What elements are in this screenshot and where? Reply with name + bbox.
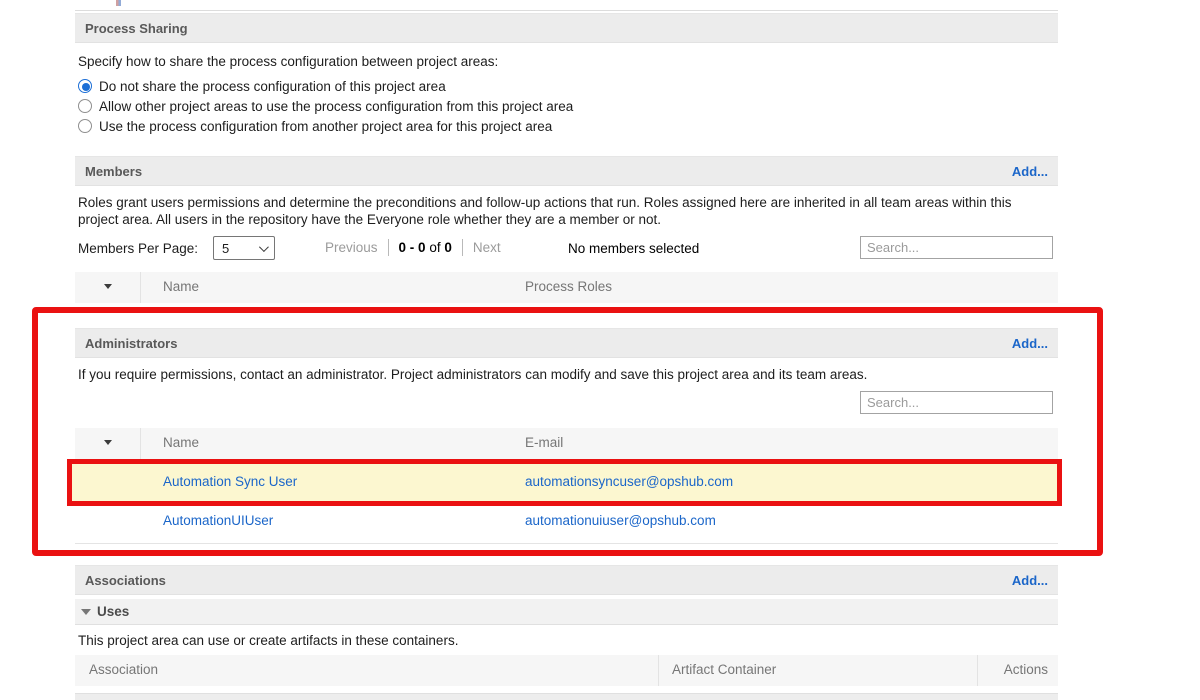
radio-label: Use the process configuration from anoth… (99, 119, 552, 134)
chevron-down-icon (259, 242, 269, 252)
members-per-page-label: Members Per Page: (78, 241, 198, 256)
table-row-highlighted[interactable]: Automation Sync User automationsyncuser@… (67, 459, 1062, 506)
administrators-description: If you require permissions, contact an a… (78, 366, 1044, 383)
column-menu-caret-icon[interactable] (104, 284, 112, 289)
radio-button[interactable] (78, 119, 92, 133)
radio-option-use-another[interactable]: Use the process configuration from anoth… (78, 116, 573, 136)
administrators-col-name: Name (163, 435, 199, 450)
radio-option-allow-others[interactable]: Allow other project areas to use the pro… (78, 96, 573, 116)
members-selection-status: No members selected (568, 241, 699, 256)
associations-add-button[interactable]: Add... (1012, 573, 1048, 588)
administrators-table-header: Name E-mail (75, 428, 1058, 459)
column-divider (977, 655, 978, 686)
project-area-admin-page: Process Sharing Specify how to share the… (0, 0, 1200, 700)
associations-title: Associations (85, 573, 166, 588)
members-title: Members (85, 164, 142, 179)
assoc-col-association: Association (89, 662, 158, 677)
table-bottom-border (75, 543, 1058, 544)
admin-email-link[interactable]: automationuiuser@opshub.com (525, 513, 716, 528)
members-col-name: Name (163, 279, 199, 294)
administrators-add-button[interactable]: Add... (1012, 336, 1048, 351)
column-divider (140, 428, 141, 459)
admin-name-link[interactable]: AutomationUIUser (163, 513, 273, 528)
radio-button[interactable] (78, 99, 92, 113)
administrators-title: Administrators (85, 336, 177, 351)
column-divider (658, 655, 659, 686)
table-row[interactable]: AutomationUIUser automationuiuser@opshub… (75, 506, 1058, 543)
process-sharing-section-header: Process Sharing (75, 13, 1058, 43)
admin-name-link[interactable]: Automation Sync User (163, 474, 297, 489)
radio-label: Do not share the process configuration o… (99, 79, 446, 94)
next-row-partial (75, 693, 1058, 700)
pager-separator (462, 239, 463, 256)
members-description: Roles grant users permissions and determ… (78, 194, 1044, 228)
uses-subsection-header[interactable]: Uses (75, 599, 1058, 625)
pager-of-label: of (429, 240, 440, 255)
members-section-header: Members Add... (75, 156, 1058, 186)
radio-label: Allow other project areas to use the pro… (99, 99, 573, 114)
members-table-header: Name Process Roles (75, 272, 1058, 303)
collapse-triangle-icon[interactable] (81, 609, 91, 615)
select-value: 5 (222, 241, 229, 256)
column-menu-caret-icon[interactable] (104, 440, 112, 445)
process-sharing-description: Specify how to share the process configu… (78, 53, 498, 70)
clipped-content-fragment (116, 0, 121, 6)
members-search-input[interactable] (860, 236, 1053, 259)
pager-separator (388, 239, 389, 256)
previous-button[interactable]: Previous (325, 240, 378, 255)
column-divider (140, 272, 141, 303)
members-col-roles: Process Roles (525, 279, 612, 294)
members-add-button[interactable]: Add... (1012, 164, 1048, 179)
administrators-search-input[interactable] (860, 391, 1053, 414)
pager-total: 0 (444, 240, 452, 255)
associations-section-header: Associations Add... (75, 565, 1058, 595)
administrators-section-header: Administrators Add... (75, 328, 1058, 358)
members-per-page-select[interactable]: 5 (213, 236, 275, 260)
top-divider (75, 10, 1058, 11)
next-button[interactable]: Next (473, 240, 501, 255)
associations-table-header: Association Artifact Container Actions (75, 655, 1058, 686)
members-pager: Previous 0 - 0 of 0 Next (325, 239, 501, 256)
radio-option-do-not-share[interactable]: Do not share the process configuration o… (78, 76, 573, 96)
admin-email-link[interactable]: automationsyncuser@opshub.com (525, 474, 733, 489)
assoc-col-container: Artifact Container (672, 662, 776, 677)
pager-range: 0 - 0 of 0 (399, 240, 452, 255)
process-sharing-title: Process Sharing (85, 21, 188, 36)
pager-range-values: 0 - 0 (399, 240, 426, 255)
administrators-col-email: E-mail (525, 435, 563, 450)
uses-title: Uses (97, 604, 129, 619)
assoc-col-actions: Actions (1004, 662, 1048, 677)
associations-description: This project area can use or create arti… (78, 632, 458, 649)
radio-button-selected[interactable] (78, 79, 92, 93)
